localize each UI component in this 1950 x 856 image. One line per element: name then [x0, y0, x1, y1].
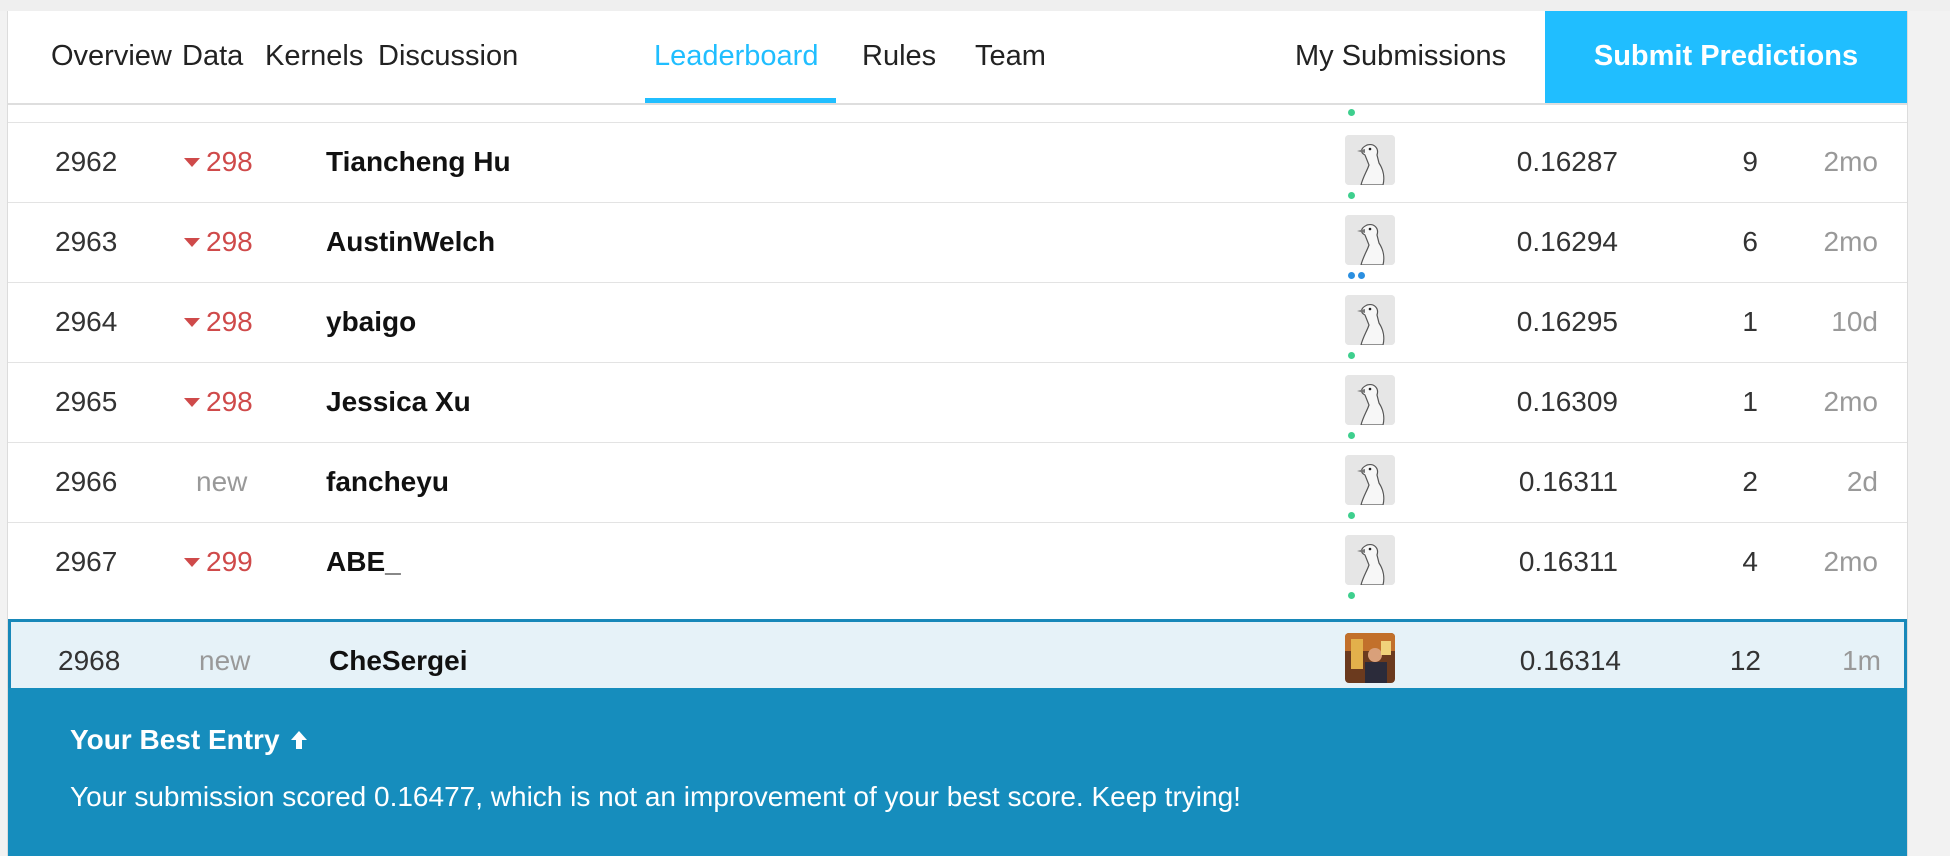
status-dot [1358, 272, 1365, 279]
entries-cell: 2 [1742, 466, 1758, 497]
team-name[interactable]: Jessica Xu [326, 363, 471, 441]
score-cell: 0.16287 [1516, 146, 1618, 177]
status-dot [1348, 592, 1355, 599]
tab-data[interactable]: Data [182, 11, 243, 103]
best-entry-banner: Your Best Entry Your submission scored 0… [8, 688, 1907, 856]
window-top-strip [0, 0, 1950, 11]
rank-cell: 2965 [55, 386, 118, 417]
tab-rules[interactable]: Rules [862, 11, 936, 103]
arrow-up-icon [290, 731, 307, 749]
last-submission-cell: 2mo [1823, 386, 1878, 417]
avatar[interactable] [1345, 375, 1395, 425]
last-submission-cell: 2d [1846, 466, 1878, 497]
score-cell: 0.16309 [1516, 386, 1618, 417]
submit-predictions-button[interactable]: Submit Predictions [1545, 11, 1907, 103]
team-name[interactable]: AustinWelch [326, 203, 495, 281]
down-arrow-icon [184, 558, 200, 567]
rank-change-value: 298 [206, 146, 253, 177]
status-dot [1348, 352, 1355, 359]
tab-team[interactable]: Team [975, 11, 1046, 103]
rank-cell: 2963 [55, 226, 118, 257]
banner-title-text: Your Best Entry [70, 724, 280, 755]
last-submission-cell: 2mo [1823, 226, 1878, 257]
rank-change-value: new [196, 466, 248, 497]
leaderboard-panel: Overview Data Kernels Discussion Leaderb… [7, 11, 1908, 856]
table-row[interactable]: 2965 298 Jessica Xu 0.16309 1 2mo [8, 362, 1907, 442]
down-arrow-icon [184, 318, 200, 327]
avatar[interactable] [1345, 455, 1395, 505]
team-name[interactable]: fancheyu [326, 443, 449, 521]
goose-avatar-icon [1345, 455, 1395, 505]
entries-cell: 9 [1742, 146, 1758, 177]
rank-change: 298 [184, 123, 274, 201]
table-row[interactable]: 2966 new fancheyu 0.16311 2 2d [8, 442, 1907, 522]
entries-cell: 4 [1742, 546, 1758, 577]
down-arrow-icon [184, 158, 200, 167]
rank-change-value: 298 [206, 226, 253, 257]
table-row[interactable]: 2967 299 ABE_ 0.16311 4 2mo [8, 522, 1907, 602]
status-dot [1348, 109, 1355, 116]
rank-change: 298 [184, 283, 274, 361]
rank-change: 298 [184, 203, 274, 281]
down-arrow-icon [184, 238, 200, 247]
last-submission-cell: 2mo [1823, 546, 1878, 577]
status-dot [1348, 272, 1355, 279]
tab-leaderboard[interactable]: Leaderboard [654, 11, 818, 103]
entries-cell: 6 [1742, 226, 1758, 257]
my-submissions-link[interactable]: My Submissions [1295, 11, 1506, 103]
rank-change: 298 [184, 363, 274, 441]
rank-cell: 2962 [55, 146, 118, 177]
rank-cell: 2964 [55, 306, 118, 337]
status-dot [1348, 512, 1355, 519]
goose-avatar-icon [1345, 135, 1395, 185]
banner-title: Your Best Entry [70, 724, 310, 756]
team-name[interactable]: ybaigo [326, 283, 416, 361]
tab-discussion[interactable]: Discussion [378, 11, 518, 103]
avatar[interactable] [1345, 135, 1395, 185]
user-avatar[interactable] [1345, 633, 1395, 683]
score-cell: 0.16311 [1518, 546, 1618, 577]
avatar[interactable] [1345, 215, 1395, 265]
goose-avatar-icon [1345, 215, 1395, 265]
rank-change-value: 298 [206, 306, 253, 337]
last-submission-cell: 2mo [1823, 146, 1878, 177]
rank-change: 299 [184, 523, 274, 601]
score-cell: 0.16311 [1518, 466, 1618, 497]
team-name[interactable]: ABE_ [326, 523, 401, 601]
status-dot [1348, 432, 1355, 439]
last-submission-cell: 10d [1831, 306, 1878, 337]
rank-cell: 2967 [55, 546, 118, 577]
rank-change-value: 298 [206, 386, 253, 417]
active-tab-underline [645, 98, 836, 103]
table-row[interactable]: 2962 298 Tiancheng Hu 0.16287 9 2mo [8, 122, 1907, 202]
team-name[interactable]: Tiancheng Hu [326, 123, 511, 201]
goose-avatar-icon [1345, 535, 1395, 585]
banner-message: Your submission scored 0.16477, which is… [70, 781, 1241, 812]
score-cell: 0.16294 [1516, 226, 1618, 257]
entries-cell: 1 [1742, 386, 1758, 417]
table-row[interactable]: 2963 298 AustinWelch 0.16294 6 2mo [8, 202, 1907, 282]
tab-kernels[interactable]: Kernels [265, 11, 363, 103]
goose-avatar-icon [1345, 295, 1395, 345]
entries-cell: 1 [1742, 306, 1758, 337]
goose-avatar-icon [1345, 375, 1395, 425]
avatar[interactable] [1345, 535, 1395, 585]
status-dot [1348, 192, 1355, 199]
competition-nav: Overview Data Kernels Discussion Leaderb… [8, 11, 1907, 105]
rank-change-value: 299 [206, 546, 253, 577]
tab-overview[interactable]: Overview [51, 11, 172, 103]
down-arrow-icon [184, 398, 200, 407]
table-row[interactable]: 2964 298 ybaigo 0.16295 1 10d [8, 282, 1907, 362]
avatar[interactable] [1345, 295, 1395, 345]
rank-cell: 2966 [55, 466, 118, 497]
photo-avatar-icon [1345, 633, 1395, 683]
score-cell: 0.16295 [1516, 306, 1618, 337]
